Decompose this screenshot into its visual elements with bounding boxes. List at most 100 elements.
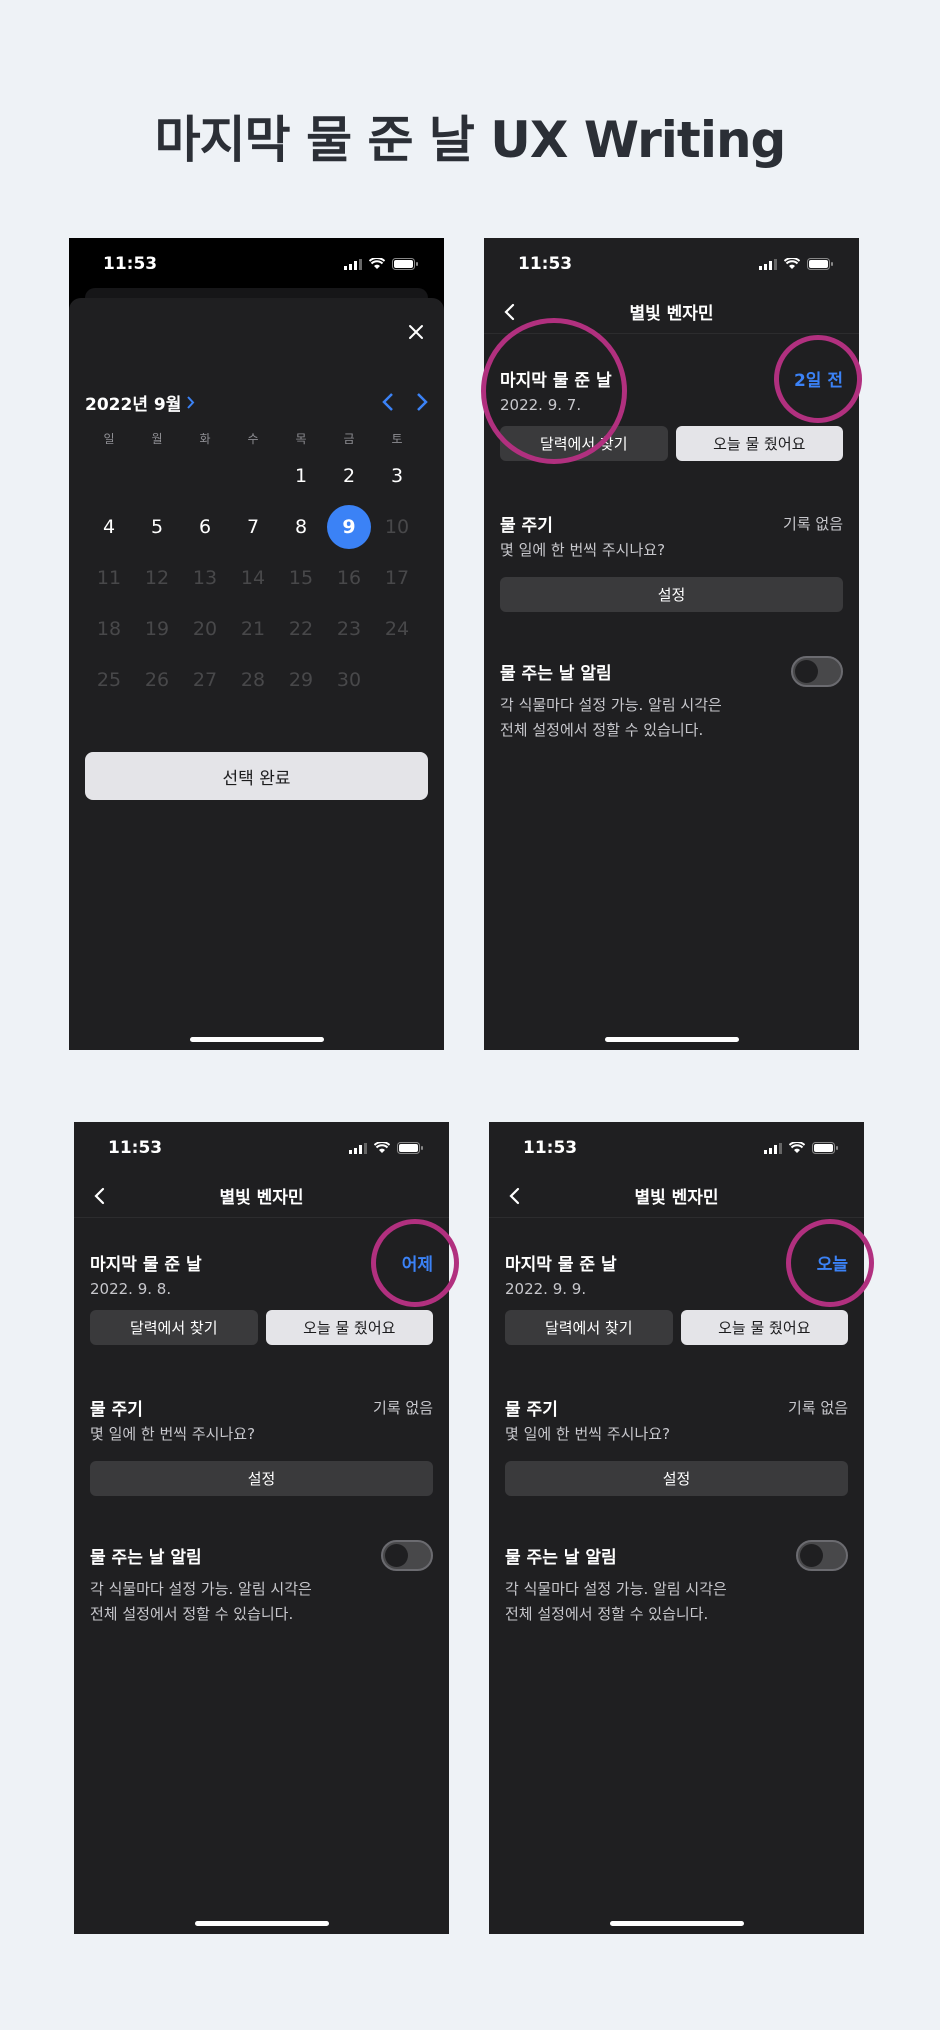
battery-icon bbox=[392, 258, 418, 270]
alarm-desc-line-1: 각 식물마다 설정 가능. 알림 시각은 bbox=[90, 1580, 312, 1598]
back-chevron-icon[interactable] bbox=[90, 1186, 110, 1206]
last-watered-section: 마지막 물 준 날 오늘 2022. 9. 9. 달력에서 찾기 오늘 물 줬어… bbox=[505, 1250, 848, 1345]
day-number: 11 bbox=[96, 566, 122, 589]
nav-bar: 별빛 벤자민 bbox=[74, 1174, 449, 1218]
day-empty bbox=[85, 450, 133, 501]
day-cell[interactable]: 3 bbox=[373, 450, 421, 501]
day-cell: 25 bbox=[85, 654, 133, 705]
status-bar: 11:53 bbox=[69, 238, 444, 290]
find-in-calendar-button[interactable]: 달력에서 찾기 bbox=[505, 1310, 673, 1345]
toggle-knob bbox=[800, 1544, 823, 1567]
confirm-selection-button[interactable]: 선택 완료 bbox=[85, 752, 428, 800]
day-number: 18 bbox=[96, 617, 122, 640]
calendar-sheet: 2022년 9월 일월화수목금토 1 2 3 4 5 6 7 8 9 10 11 12 13 14 15 16… bbox=[69, 298, 444, 1050]
day-number: 15 bbox=[288, 566, 314, 589]
page-title: 마지막 물 준 날 UX Writing bbox=[154, 111, 787, 169]
last-watered-label: 마지막 물 준 날 bbox=[505, 1255, 617, 1275]
day-cell: 10 bbox=[373, 501, 421, 552]
watered-today-button[interactable]: 오늘 물 줬어요 bbox=[675, 426, 843, 461]
set-cycle-button[interactable]: 설정 bbox=[505, 1461, 848, 1496]
day-number: 20 bbox=[192, 617, 218, 640]
back-chevron-icon[interactable] bbox=[500, 302, 520, 322]
day-cell[interactable]: 5 bbox=[133, 501, 181, 552]
alarm-section: 물 주는 날 알림 각 식물마다 설정 가능. 알림 시각은 전체 설정에서 정… bbox=[90, 1540, 433, 1627]
alarm-toggle[interactable] bbox=[796, 1540, 848, 1571]
month-label: 2022년 9월 bbox=[85, 394, 182, 415]
last-watered-date: 2022. 9. 7. bbox=[500, 396, 582, 414]
relative-date: 어제 bbox=[401, 1255, 433, 1275]
set-cycle-button[interactable]: 설정 bbox=[90, 1461, 433, 1496]
day-cell: 22 bbox=[277, 603, 325, 654]
close-icon[interactable] bbox=[406, 322, 426, 342]
watered-today-button[interactable]: 오늘 물 줬어요 bbox=[680, 1310, 848, 1345]
chevron-left-icon[interactable] bbox=[382, 392, 394, 412]
status-bar: 11:53 bbox=[489, 1122, 864, 1174]
day-number: 28 bbox=[240, 668, 266, 691]
last-watered-date: 2022. 9. 8. bbox=[90, 1280, 172, 1298]
no-record-text: 기록 없음 bbox=[788, 1399, 848, 1417]
day-cell[interactable]: 2 bbox=[325, 450, 373, 501]
watering-cycle-section: 물 주기 기록 없음 몇 일에 한 번씩 주시나요? 설정 bbox=[90, 1395, 433, 1496]
wifi-icon bbox=[374, 1142, 390, 1153]
day-number: 14 bbox=[240, 566, 266, 589]
set-cycle-button[interactable]: 설정 bbox=[500, 577, 843, 612]
day-cell: 17 bbox=[373, 552, 421, 603]
chevron-right-icon[interactable] bbox=[416, 392, 428, 412]
last-watered-section: 마지막 물 준 날 2일 전 2022. 9. 7. 달력에서 찾기 오늘 물 … bbox=[500, 366, 843, 461]
weekday-label: 일 bbox=[103, 432, 115, 446]
day-cell[interactable]: 8 bbox=[277, 501, 325, 552]
cycle-question: 몇 일에 한 번씩 주시나요? bbox=[90, 1425, 256, 1443]
day-number: 23 bbox=[336, 617, 362, 640]
last-watered-label: 마지막 물 준 날 bbox=[90, 1255, 202, 1275]
day-cell: 12 bbox=[133, 552, 181, 603]
day-cell: 27 bbox=[181, 654, 229, 705]
no-record-text: 기록 없음 bbox=[373, 1399, 433, 1417]
day-number: 2 bbox=[342, 464, 356, 487]
day-number: 1 bbox=[294, 464, 308, 487]
day-number: 30 bbox=[336, 668, 362, 691]
day-cell: 29 bbox=[277, 654, 325, 705]
day-cell: 14 bbox=[229, 552, 277, 603]
phone-detail-today: 11:53 별빛 벤자민 마지막 물 준 날 오늘 2022. 9. 9. 달력… bbox=[489, 1122, 864, 1934]
day-number: 19 bbox=[144, 617, 170, 640]
watering-cycle-section: 물 주기 기록 없음 몇 일에 한 번씩 주시나요? 설정 bbox=[500, 511, 843, 612]
signal-icon bbox=[344, 258, 362, 270]
day-grid: 1 2 3 4 5 6 7 8 9 10 11 12 13 14 15 16 17 18 19 20 21 22 23 24 2… bbox=[85, 450, 421, 705]
day-number: 10 bbox=[384, 515, 410, 538]
day-cell[interactable]: 7 bbox=[229, 501, 277, 552]
status-time: 11:53 bbox=[523, 1138, 578, 1158]
day-number: 26 bbox=[144, 668, 170, 691]
plant-name-title: 별빛 벤자민 bbox=[634, 1188, 719, 1208]
day-cell: 30 bbox=[325, 654, 373, 705]
phone-detail-yesterday: 11:53 별빛 벤자민 마지막 물 준 날 어제 2022. 9. 8. 달력… bbox=[74, 1122, 449, 1934]
alarm-toggle[interactable] bbox=[791, 656, 843, 687]
alarm-toggle[interactable] bbox=[381, 1540, 433, 1571]
status-icons bbox=[344, 258, 418, 270]
day-cell[interactable]: 4 bbox=[85, 501, 133, 552]
status-bar: 11:53 bbox=[484, 238, 859, 290]
day-empty bbox=[181, 450, 229, 501]
day-cell[interactable]: 9 bbox=[325, 501, 373, 552]
day-cell: 16 bbox=[325, 552, 373, 603]
back-chevron-icon[interactable] bbox=[505, 1186, 525, 1206]
alarm-section: 물 주는 날 알림 각 식물마다 설정 가능. 알림 시각은 전체 설정에서 정… bbox=[500, 656, 843, 743]
month-selector[interactable]: 2022년 9월 bbox=[85, 390, 195, 415]
day-cell[interactable]: 6 bbox=[181, 501, 229, 552]
day-cell: 21 bbox=[229, 603, 277, 654]
day-number: 5 bbox=[150, 515, 164, 538]
day-number: 24 bbox=[384, 617, 410, 640]
battery-icon bbox=[397, 1142, 423, 1154]
weekday-label: 토 bbox=[391, 432, 403, 446]
status-bar: 11:53 bbox=[74, 1122, 449, 1174]
find-in-calendar-button[interactable]: 달력에서 찾기 bbox=[500, 426, 668, 461]
day-number: 17 bbox=[384, 566, 410, 589]
alarm-description: 각 식물마다 설정 가능. 알림 시각은 전체 설정에서 정할 수 있습니다. bbox=[90, 1577, 433, 1627]
no-record-text: 기록 없음 bbox=[783, 515, 843, 533]
toggle-knob bbox=[795, 660, 818, 683]
watered-today-button[interactable]: 오늘 물 줬어요 bbox=[265, 1310, 433, 1345]
day-cell[interactable]: 1 bbox=[277, 450, 325, 501]
day-number: 7 bbox=[246, 515, 260, 538]
find-in-calendar-button[interactable]: 달력에서 찾기 bbox=[90, 1310, 258, 1345]
day-number: 6 bbox=[198, 515, 212, 538]
wifi-icon bbox=[784, 258, 800, 269]
